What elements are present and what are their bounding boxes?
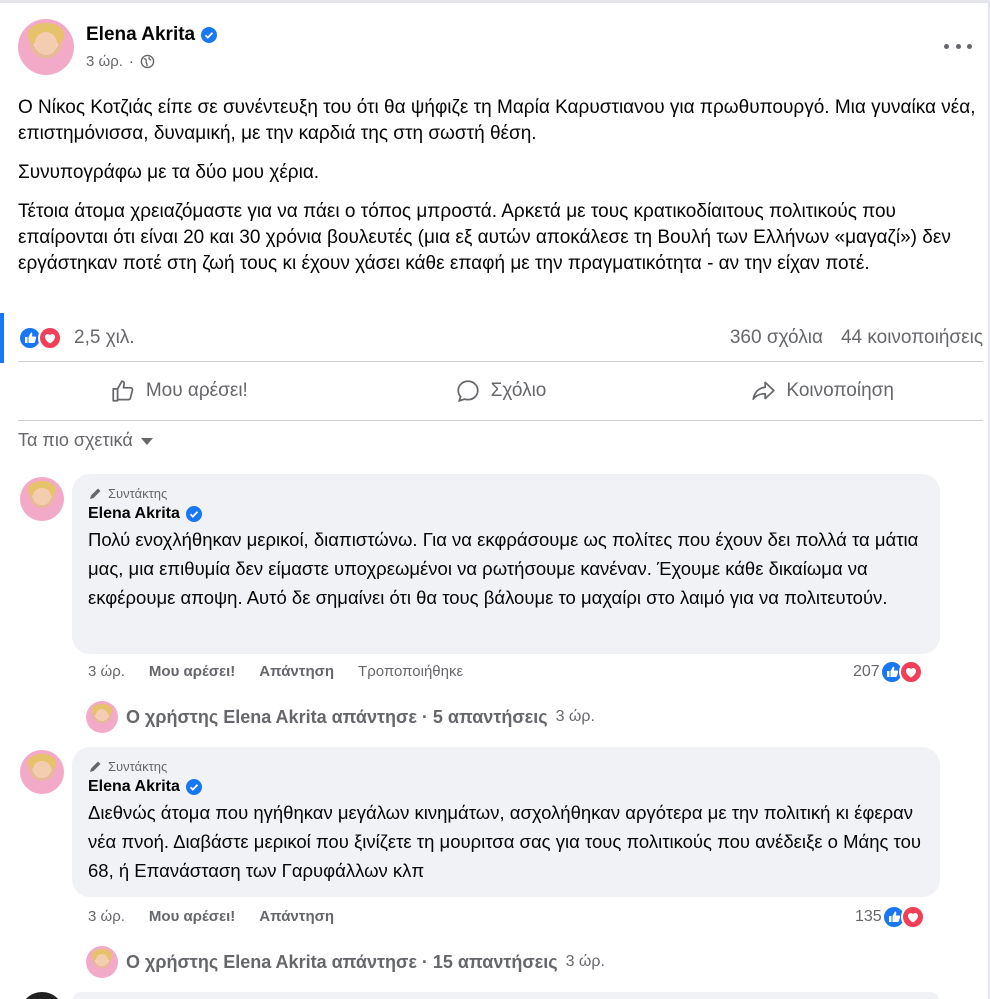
pencil-icon	[90, 761, 101, 772]
author-badge-label: Συντάκτης	[108, 759, 168, 774]
focus-indicator	[0, 313, 4, 363]
post-body: Ο Νίκος Κοτζιάς είπε σε συνέντευξη του ό…	[18, 95, 978, 290]
pencil-icon	[90, 488, 101, 499]
comment-like-button[interactable]: Μου αρέσει!	[149, 663, 235, 680]
author-badge: Συντάκτης	[88, 486, 924, 501]
like-button[interactable]: Μου αρέσει!	[18, 367, 340, 415]
comment-author[interactable]: Elena Akrita	[88, 505, 924, 523]
post-paragraph: Συνυπογράφω με τα δύο μου χέρια.	[18, 162, 320, 183]
reaction-icons[interactable]	[18, 326, 62, 350]
comment-sort-dropdown[interactable]: Τα πιο σχετικά	[18, 430, 153, 451]
verified-icon	[185, 779, 202, 795]
comment-like-button[interactable]: Μου αρέσει!	[149, 908, 235, 925]
comment-time[interactable]: 3 ώρ.	[88, 663, 125, 680]
comment-reactions-count: 135	[855, 908, 882, 925]
comment-reply-button[interactable]: Απάντηση	[259, 908, 334, 925]
comment-time[interactable]: 3 ώρ.	[88, 908, 125, 925]
comment-reactions[interactable]: 135	[855, 905, 925, 929]
comment-avatar[interactable]	[20, 750, 64, 794]
author-badge-label: Συντάκτης	[108, 486, 168, 501]
comment-author[interactable]: Elena Akrita	[88, 778, 924, 796]
view-replies-link[interactable]: Ο χρήστης Elena Akrita απάντησε · 15 απα…	[86, 946, 605, 978]
comment-actions: 3 ώρ. Μου αρέσει! Απάντηση	[88, 908, 334, 925]
comment-reactions-count: 207	[853, 663, 880, 680]
share-label: Κοινοποίηση	[786, 380, 894, 401]
comment-avatar[interactable]	[20, 477, 64, 521]
post-stats: 360 σχόλια 44 κοινοποιήσεις	[730, 327, 983, 349]
replies-summary: Ο χρήστης Elena Akrita απάντησε · 15 απα…	[126, 951, 558, 972]
divider	[18, 420, 983, 421]
post-meta: 3 ώρ. ·	[86, 53, 155, 70]
sort-label: Τα πιο σχετικά	[18, 430, 133, 450]
reply-avatar	[86, 946, 118, 978]
caret-down-icon	[140, 438, 153, 445]
reactions-summary: 2,5 χιλ. 360 σχόλια 44 κοινοποιήσεις	[18, 322, 983, 354]
comment-edited-label[interactable]: Τροποποιήθηκε	[358, 663, 463, 680]
comment-icon	[457, 380, 479, 403]
comment-bubble: Συντάκτης Elena Akrita Πολύ ενοχλήθηκαν …	[72, 474, 940, 654]
comment-text: Πολύ ενοχλήθηκαν μερικοί, διαπιστώνω. Γι…	[88, 529, 919, 608]
replies-summary: Ο χρήστης Elena Akrita απάντησε · 5 απαν…	[126, 706, 548, 727]
reactions-count[interactable]: 2,5 χιλ.	[74, 327, 135, 349]
post-author[interactable]: Elena Akrita	[86, 24, 218, 46]
comment-text: Διεθνώς άτομα που ηγήθηκαν μεγάλων κινημ…	[88, 802, 922, 881]
post-author-name[interactable]: Elena Akrita	[86, 24, 195, 46]
love-reaction-icon	[900, 905, 925, 929]
comment-button[interactable]: Σχόλιο	[340, 367, 662, 415]
love-reaction-icon	[898, 660, 923, 684]
view-replies-link[interactable]: Ο χρήστης Elena Akrita απάντησε · 5 απαν…	[86, 701, 595, 733]
verified-icon	[201, 27, 218, 43]
more-icon[interactable]	[944, 36, 972, 56]
comment-reactions[interactable]: 207	[853, 660, 923, 684]
comment-actions: 3 ώρ. Μου αρέσει! Απάντηση Τροποποιήθηκε	[88, 663, 463, 680]
comment-author-name[interactable]: Elena Akrita	[88, 505, 180, 523]
thumb-up-icon	[112, 380, 134, 402]
author-badge: Συντάκτης	[88, 759, 924, 774]
window-top-border	[0, 0, 990, 3]
comment-bubble	[72, 992, 940, 999]
post-paragraph: Τέτοια άτομα χρειαζόμαστε για να πάει ο …	[18, 201, 951, 274]
comment-author-name[interactable]: Elena Akrita	[88, 778, 180, 796]
post-time[interactable]: 3 ώρ.	[86, 53, 123, 70]
post-author-avatar[interactable]	[18, 19, 74, 75]
shares-count[interactable]: 44 κοινοποιήσεις	[841, 327, 983, 349]
share-button[interactable]: Κοινοποίηση	[661, 367, 983, 415]
comment-label: Σχόλιο	[490, 380, 547, 401]
divider	[18, 361, 983, 362]
replies-time: 3 ώρ.	[555, 708, 595, 725]
comment-bubble: Συντάκτης Elena Akrita Διεθνώς άτομα που…	[72, 747, 940, 897]
comment-avatar[interactable]	[20, 992, 64, 999]
reply-avatar	[86, 701, 118, 733]
like-label: Μου αρέσει!	[145, 380, 248, 401]
post-paragraph: Ο Νίκος Κοτζιάς είπε σε συνέντευξη του ό…	[18, 97, 976, 144]
post-action-bar: Μου αρέσει! Σχόλιο Κοινοποίηση	[18, 367, 983, 415]
verified-icon	[185, 506, 202, 522]
comments-count[interactable]: 360 σχόλια	[730, 327, 823, 349]
share-icon	[752, 381, 776, 400]
globe-icon	[140, 54, 155, 69]
comment-reply-button[interactable]: Απάντηση	[259, 663, 334, 680]
replies-time: 3 ώρ.	[565, 953, 605, 970]
love-reaction-icon	[38, 326, 62, 350]
